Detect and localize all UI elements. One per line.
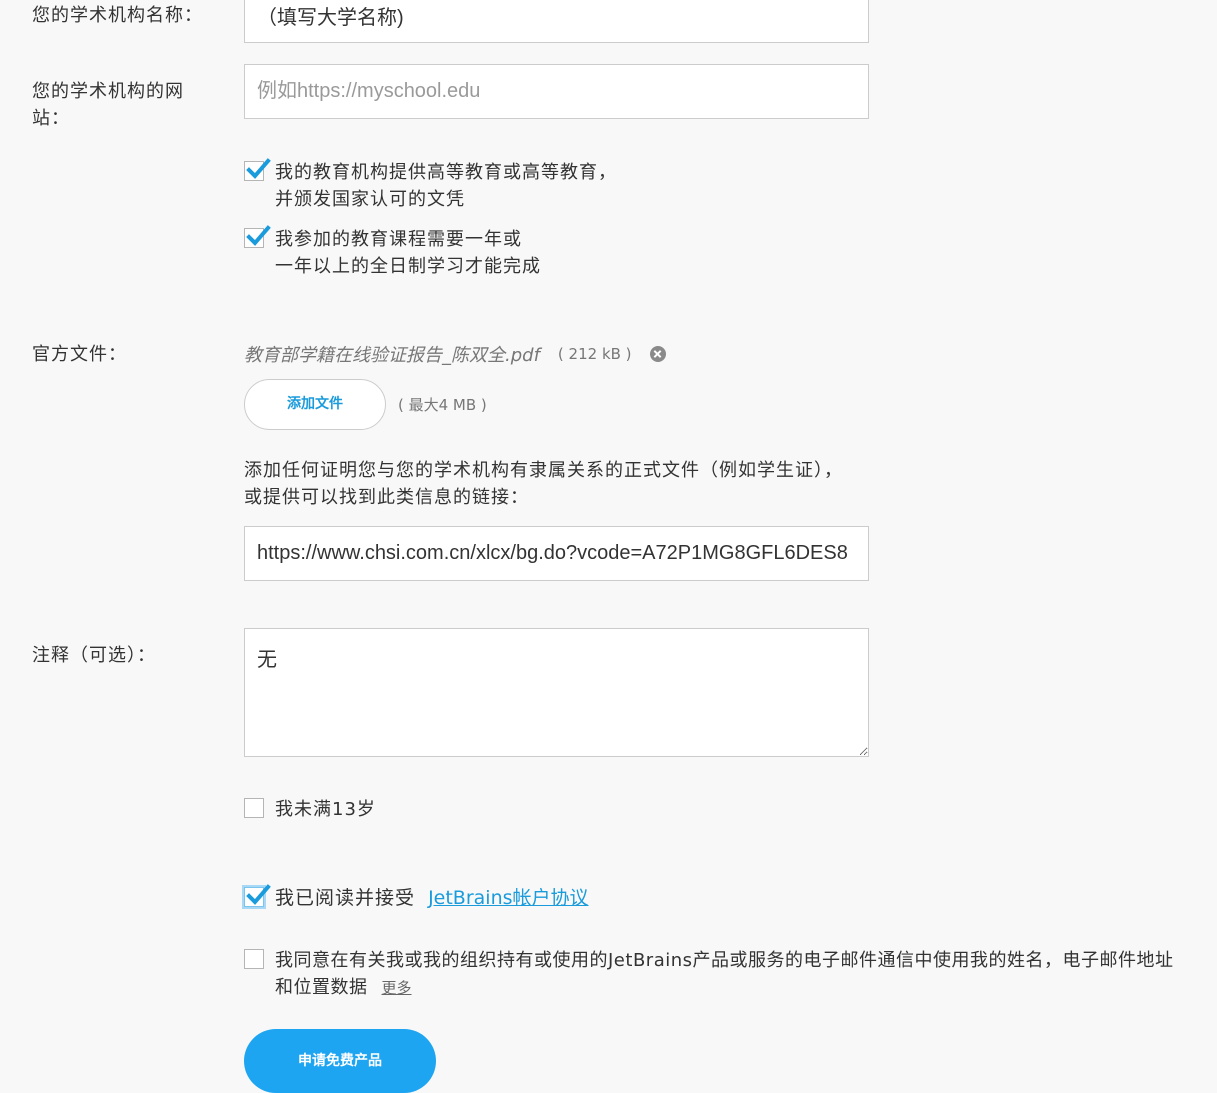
agreement-checkbox[interactable] — [244, 884, 271, 907]
consent-row: 我同意在有关我或我的组织持有或使用的JetBrains产品或服务的电子邮件通信中… — [244, 947, 1184, 1002]
document-link-input[interactable] — [244, 526, 869, 581]
notes-textarea[interactable]: 无 — [244, 628, 869, 757]
checkmark-icon — [246, 225, 271, 246]
under-13-text: 我未满13岁 — [275, 799, 376, 820]
file-size: ( 212 kB ) — [557, 345, 632, 363]
add-file-button[interactable]: 添加文件 — [244, 379, 386, 430]
consent-checkbox[interactable] — [244, 949, 264, 969]
institution-name-input[interactable] — [244, 0, 869, 43]
notes-label: 注释（可选）： — [32, 645, 156, 666]
higher-education-text: 我的教育机构提供高等教育或高等教育， 并颁发国家认可的文凭 — [275, 162, 617, 210]
under-13-checkbox[interactable] — [244, 798, 264, 818]
file-name: 教育部学籍在线验证报告_陈双全.pdf — [244, 345, 540, 366]
institution-name-label: 您的学术机构名称： — [32, 5, 203, 26]
institution-website-input[interactable] — [244, 64, 869, 119]
agreement-text: 我已阅读并接受 JetBrains帐户协议 — [275, 887, 589, 909]
uploaded-file: 教育部学籍在线验证报告_陈双全.pdf ( 212 kB ) — [244, 340, 666, 368]
checkmark-icon — [246, 158, 271, 179]
full-time-row: 我参加的教育课程需要一年或 一年以上的全日制学习才能完成 — [244, 225, 541, 280]
remove-file-icon[interactable] — [649, 346, 666, 362]
apply-free-products-button[interactable]: 申请免费产品 — [244, 1029, 436, 1093]
full-time-text: 我参加的教育课程需要一年或 一年以上的全日制学习才能完成 — [275, 229, 541, 277]
checkmark-icon — [246, 884, 271, 905]
higher-education-checkbox[interactable] — [244, 158, 271, 181]
documents-help-text: 添加任何证明您与您的学术机构有隶属关系的正式文件（例如学生证），或提供可以找到此… — [244, 460, 843, 508]
official-documents-label: 官方文件： — [32, 344, 127, 365]
higher-education-row: 我的教育机构提供高等教育或高等教育， 并颁发国家认可的文凭 — [244, 158, 617, 213]
under-13-row: 我未满13岁 — [244, 796, 376, 823]
agreement-row: 我已阅读并接受 JetBrains帐户协议 — [244, 884, 589, 912]
full-time-checkbox[interactable] — [244, 225, 271, 248]
max-file-size: ( 最大4 MB ) — [398, 396, 487, 414]
account-agreement-link[interactable]: JetBrains帐户协议 — [428, 887, 588, 909]
consent-text: 我同意在有关我或我的组织持有或使用的JetBrains产品或服务的电子邮件通信中… — [275, 950, 1174, 998]
more-link[interactable]: 更多 — [382, 979, 412, 997]
institution-website-label: 您的学术机构的网站： — [32, 81, 184, 129]
